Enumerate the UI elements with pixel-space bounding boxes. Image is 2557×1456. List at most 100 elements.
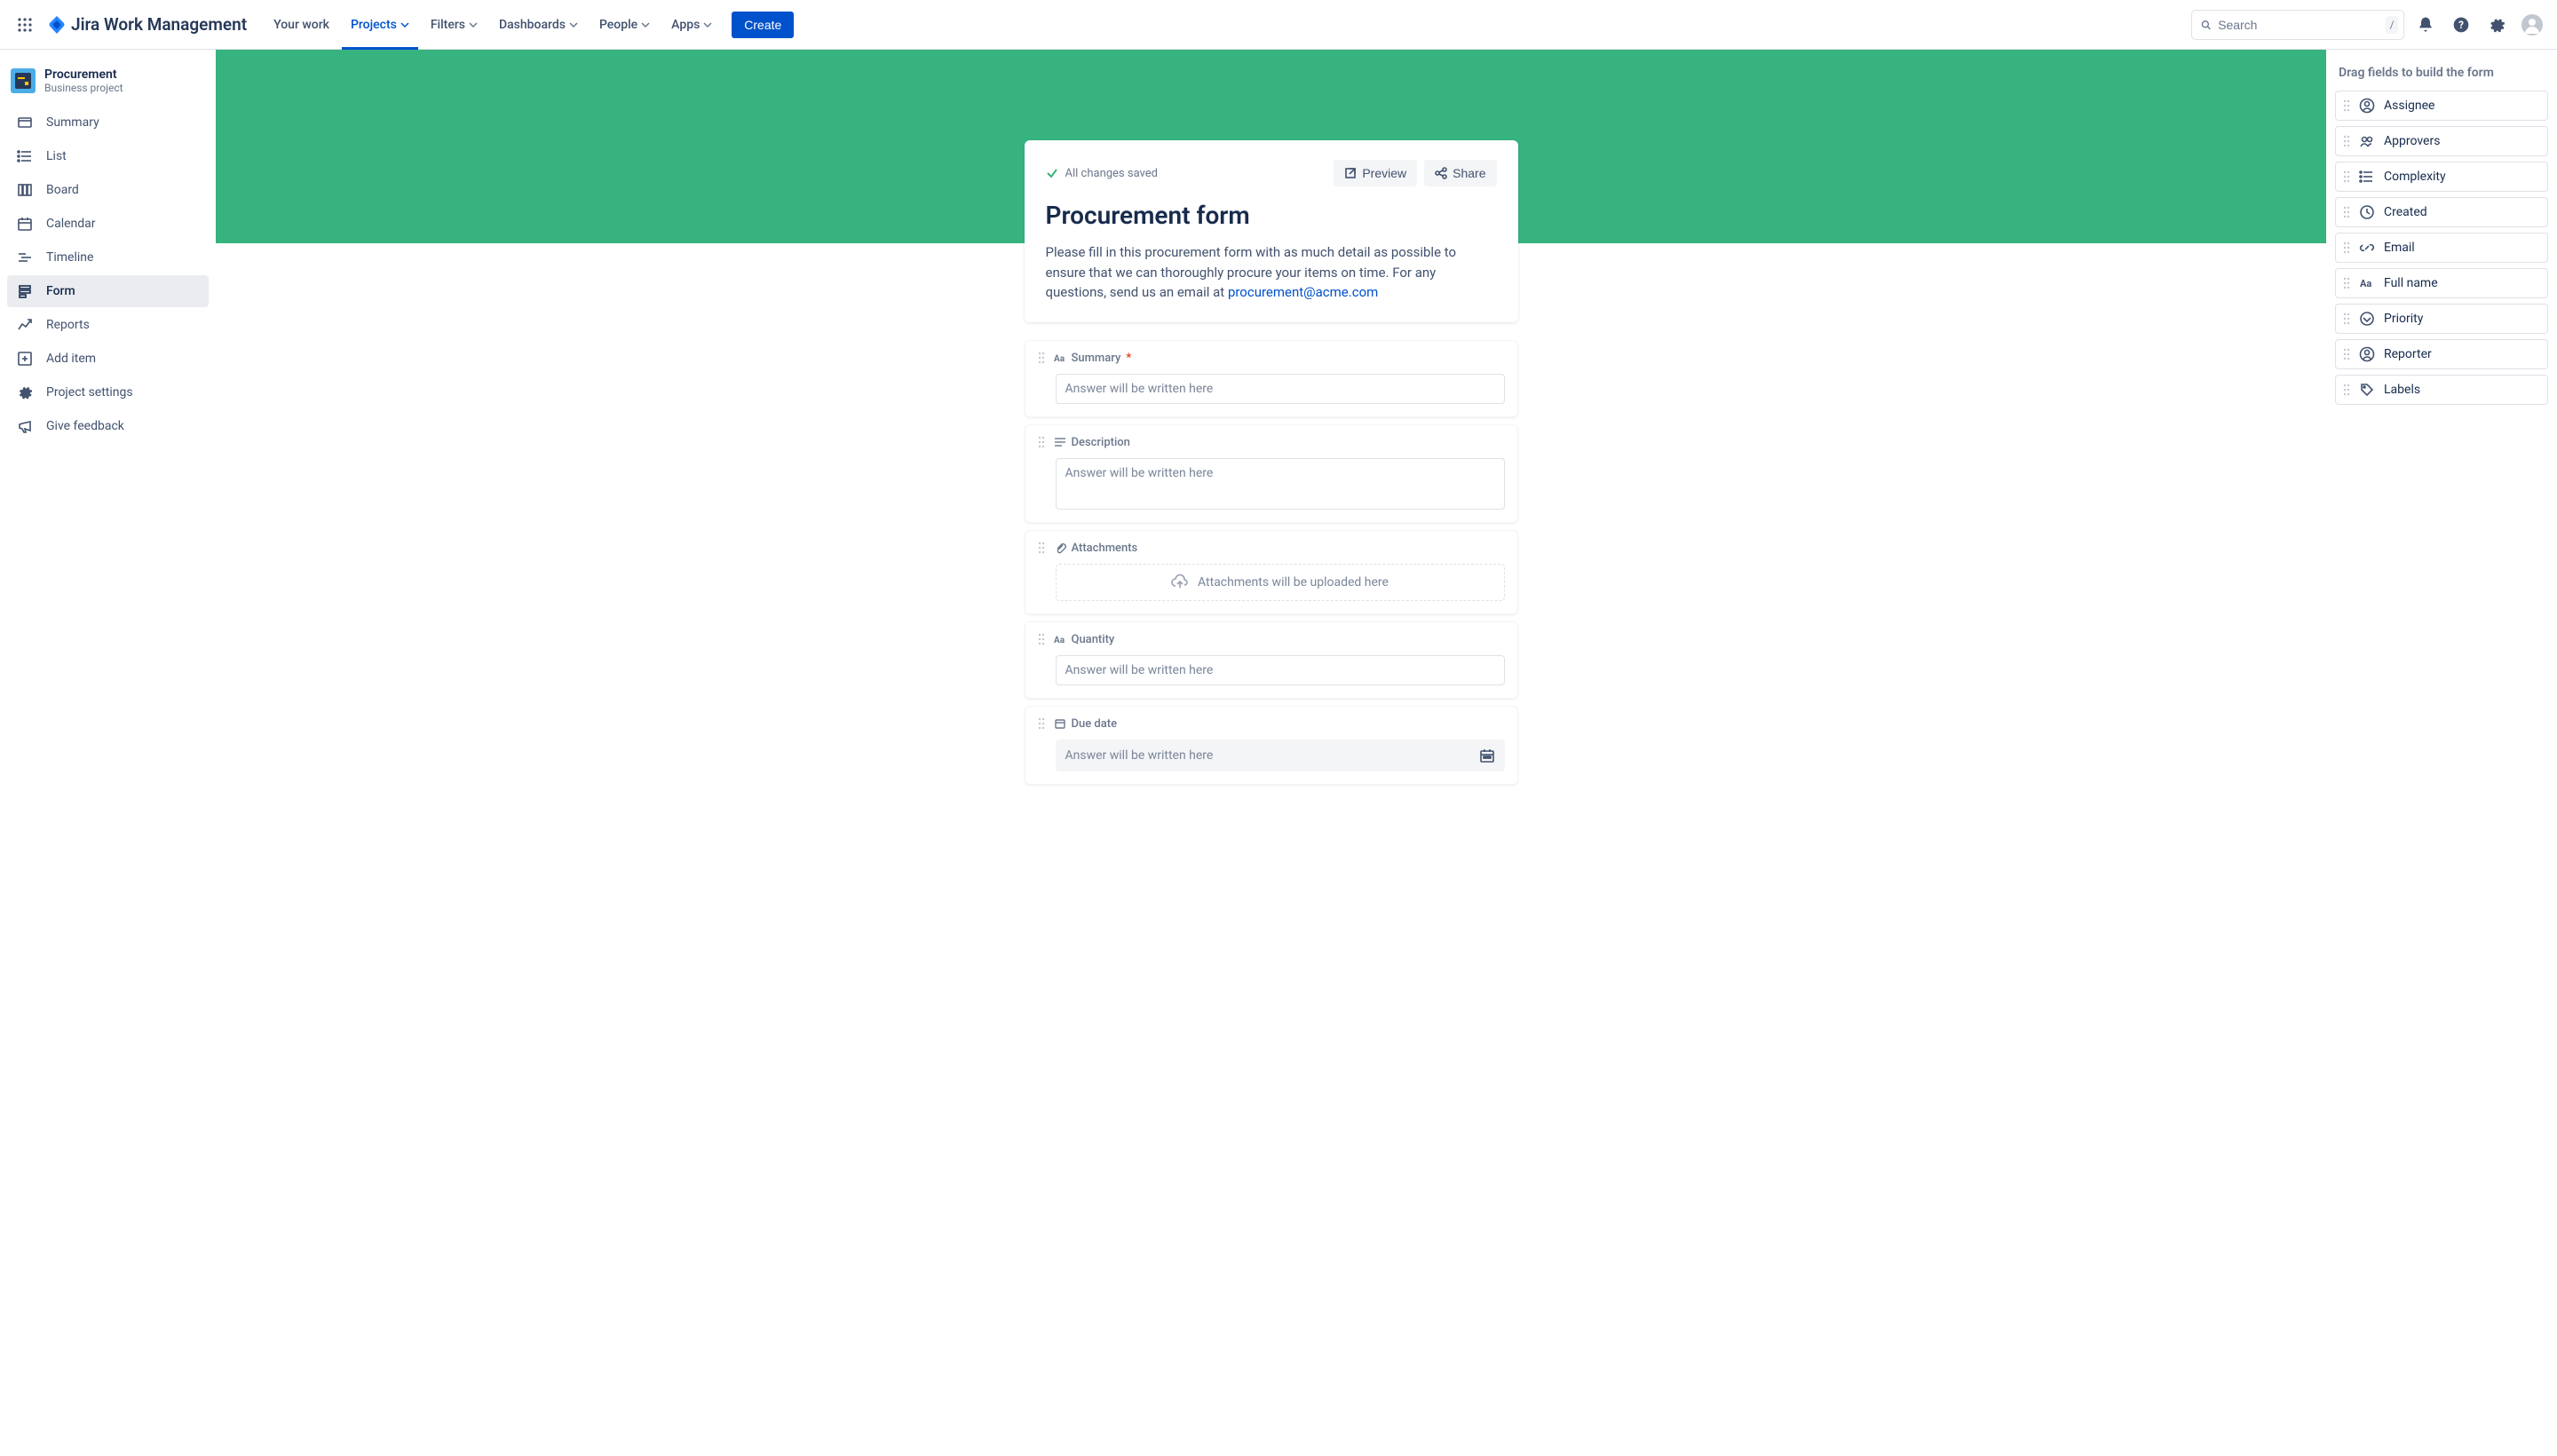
text-aa-icon: Aa [2359, 275, 2375, 291]
search-shortcut-badge: / [2386, 16, 2398, 34]
help-button[interactable]: ? [2447, 11, 2475, 39]
sidebar-item-calendar[interactable]: Calendar [7, 208, 209, 240]
drag-handle-icon [2343, 99, 2350, 112]
drag-handle-icon [2343, 277, 2350, 289]
share-button[interactable]: Share [1424, 160, 1496, 186]
form-field-due-date[interactable]: Due date Answer will be written here [1025, 706, 1518, 785]
megaphone-icon [17, 418, 33, 434]
form-contact-link[interactable]: procurement@acme.com [1228, 284, 1378, 300]
reports-icon [17, 317, 33, 333]
open-in-icon [1344, 167, 1357, 179]
field-input-placeholder[interactable]: Answer will be written here [1056, 458, 1505, 510]
sidebar-item-give-feedback[interactable]: Give feedback [7, 410, 209, 442]
form-title[interactable]: Procurement form [1046, 201, 1497, 230]
palette-item-labels[interactable]: Labels [2335, 375, 2548, 405]
form-field-description[interactable]: Description Answer will be written here [1025, 424, 1518, 523]
form-field-summary[interactable]: Aa Summary* Answer will be written here [1025, 340, 1518, 417]
chevron-down-icon [469, 20, 478, 29]
palette-item-email[interactable]: Email [2335, 233, 2548, 263]
text-aa-icon: Aa [1054, 352, 1066, 364]
field-label: Due date [1054, 717, 1118, 731]
form-field-quantity[interactable]: Aa Quantity Answer will be written here [1025, 621, 1518, 699]
drag-handle-icon [2343, 241, 2350, 254]
sidebar-item-board[interactable]: Board [7, 174, 209, 206]
drag-handle-icon[interactable] [1038, 352, 1045, 364]
create-button[interactable]: Create [732, 12, 794, 38]
sidebar-item-timeline[interactable]: Timeline [7, 241, 209, 273]
person-icon [2359, 98, 2375, 114]
palette-item-created[interactable]: Created [2335, 197, 2548, 227]
sidebar-item-reports[interactable]: Reports [7, 309, 209, 341]
nav-dashboards[interactable]: Dashboards [490, 0, 587, 50]
check-icon [1046, 167, 1058, 179]
app-switcher-button[interactable] [11, 11, 39, 39]
settings-button[interactable] [2482, 11, 2511, 39]
list-icon [2359, 169, 2375, 185]
drag-handle-icon[interactable] [1038, 436, 1045, 448]
palette-item-priority[interactable]: Priority [2335, 304, 2548, 334]
upload-dropzone[interactable]: Attachments will be uploaded here [1056, 564, 1505, 601]
gear-icon [17, 384, 33, 400]
palette-item-reporter[interactable]: Reporter [2335, 339, 2548, 369]
calendar-picker-icon[interactable] [1479, 748, 1495, 764]
jira-logo-icon [48, 16, 66, 34]
field-label: Aa Quantity [1054, 633, 1115, 646]
form-icon [17, 283, 33, 299]
link-icon [2359, 240, 2375, 256]
nav-your-work[interactable]: Your work [265, 0, 338, 50]
nav-projects[interactable]: Projects [342, 0, 418, 50]
form-header-card: All changes saved Preview Share Procurem… [1025, 140, 1518, 322]
sidebar-item-add-item[interactable]: Add item [7, 343, 209, 375]
nav-people[interactable]: People [590, 0, 659, 50]
chevron-down-icon [569, 20, 578, 29]
field-input-placeholder[interactable]: Answer will be written here [1056, 740, 1505, 772]
drag-handle-icon [2343, 384, 2350, 396]
project-avatar [11, 68, 36, 93]
field-input-placeholder[interactable]: Answer will be written here [1056, 655, 1505, 685]
palette-item-approvers[interactable]: Approvers [2335, 126, 2548, 156]
form-field-attachments[interactable]: Attachments Attachments will be uploaded… [1025, 530, 1518, 614]
project-avatar-icon [15, 73, 31, 89]
drag-handle-icon [2343, 313, 2350, 325]
sidebar-item-project-settings[interactable]: Project settings [7, 376, 209, 408]
palette-item-full-name[interactable]: Aa Full name [2335, 268, 2548, 298]
help-icon: ? [2452, 16, 2470, 34]
form-description[interactable]: Please fill in this procurement form wit… [1046, 242, 1497, 303]
chevron-down-icon [703, 20, 712, 29]
add-icon [17, 351, 33, 367]
calendar-icon [1054, 717, 1066, 730]
chevron-down-icon [641, 20, 650, 29]
drag-handle-icon[interactable] [1038, 542, 1045, 554]
search-input[interactable] [2218, 18, 2379, 32]
people-icon [2359, 133, 2375, 149]
profile-button[interactable] [2518, 11, 2546, 39]
preview-button[interactable]: Preview [1334, 160, 1417, 186]
top-navigation: Jira Work Management Your work Projects … [0, 0, 2557, 50]
share-icon [1435, 167, 1447, 179]
attachment-icon [1054, 542, 1066, 554]
project-sidebar: Procurement Business project Summary Lis… [0, 50, 216, 1456]
save-status: All changes saved [1046, 167, 1159, 180]
notifications-button[interactable] [2411, 11, 2440, 39]
drag-handle-icon[interactable] [1038, 717, 1045, 730]
required-indicator: * [1126, 352, 1131, 365]
sidebar-item-list[interactable]: List [7, 140, 209, 172]
grid-icon [17, 17, 33, 33]
drag-handle-icon[interactable] [1038, 633, 1045, 645]
priority-icon [2359, 311, 2375, 327]
palette-item-complexity[interactable]: Complexity [2335, 162, 2548, 192]
nav-filters[interactable]: Filters [422, 0, 487, 50]
drag-handle-icon [2343, 135, 2350, 147]
brand-logo[interactable]: Jira Work Management [48, 14, 247, 35]
search-box[interactable]: / [2191, 10, 2404, 40]
search-icon [2201, 18, 2211, 32]
project-header[interactable]: Procurement Business project [7, 67, 209, 107]
tag-icon [2359, 382, 2375, 398]
field-input-placeholder[interactable]: Answer will be written here [1056, 374, 1505, 404]
svg-text:Aa: Aa [1054, 354, 1065, 364]
palette-item-assignee[interactable]: Assignee [2335, 91, 2548, 121]
sidebar-item-summary[interactable]: Summary [7, 107, 209, 138]
sidebar-item-form[interactable]: Form [7, 275, 209, 307]
board-icon [17, 182, 33, 198]
nav-apps[interactable]: Apps [662, 0, 721, 50]
